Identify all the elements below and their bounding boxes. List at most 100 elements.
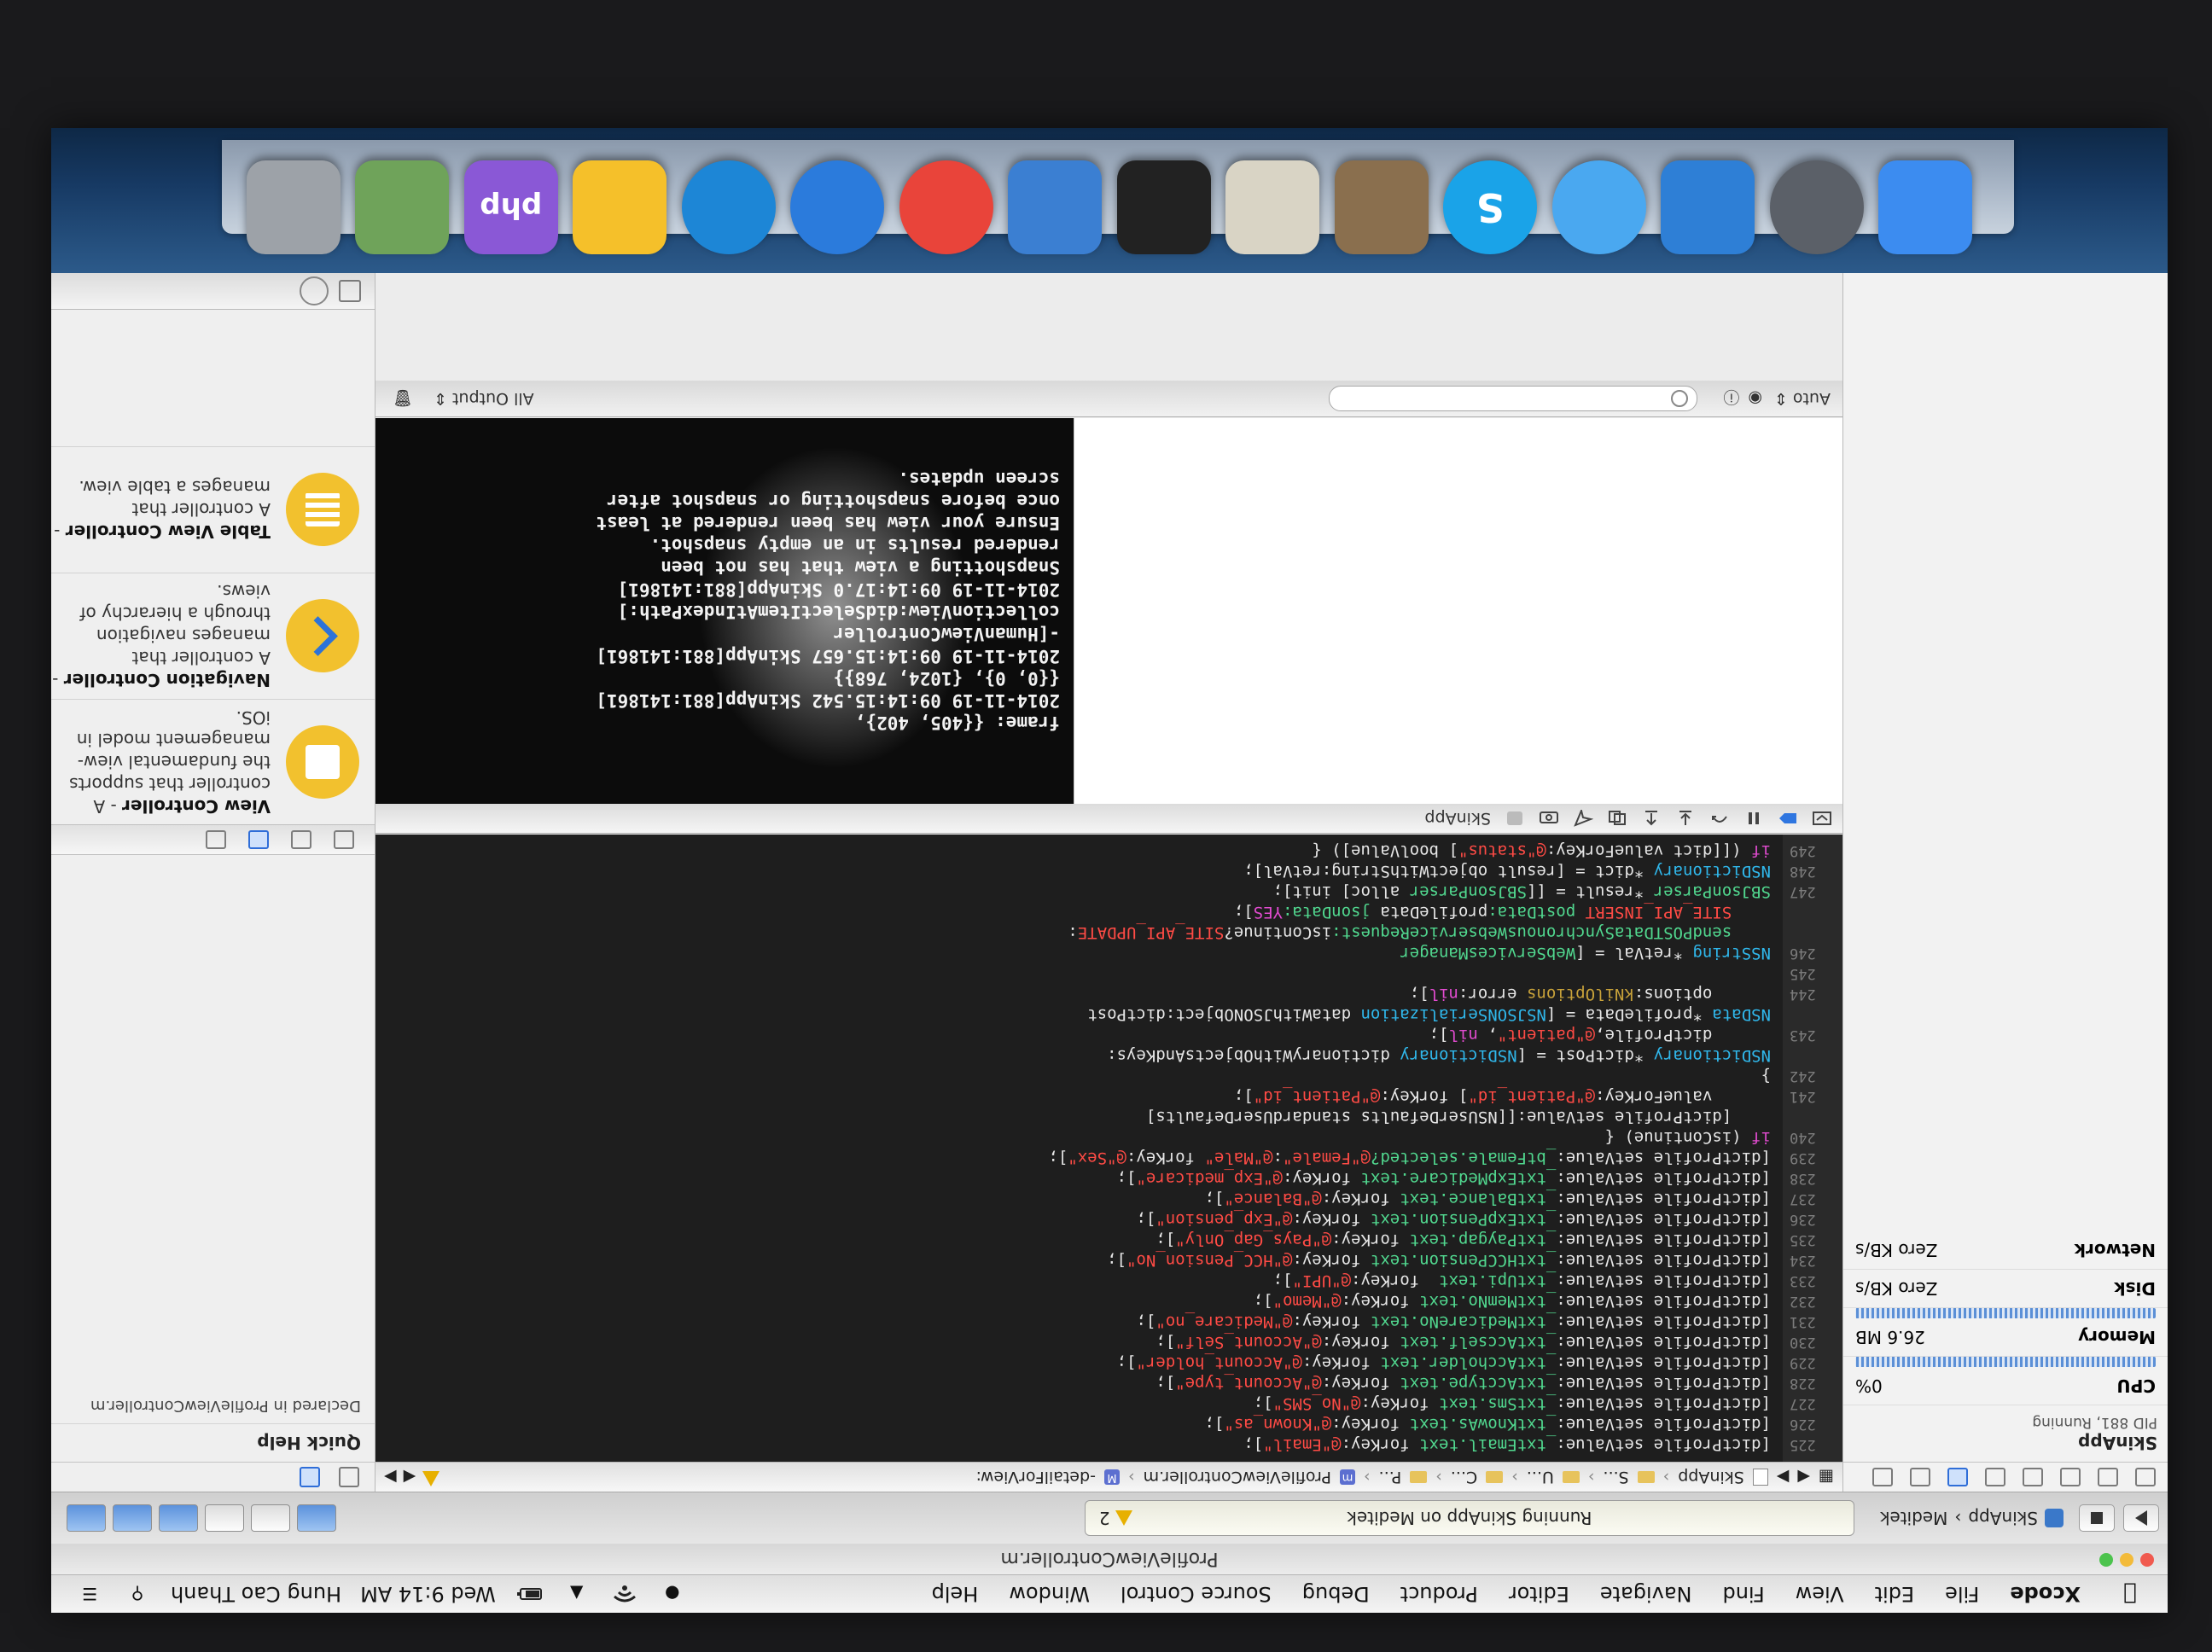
code-line[interactable]: [dictProfile setValue:_txtPaygap.text fo…	[375, 1230, 1771, 1250]
file-template-library-icon[interactable]	[334, 830, 354, 849]
dock-launchpad-icon[interactable]	[1769, 160, 1864, 254]
next-issue-icon[interactable]: ▶	[384, 1468, 397, 1486]
view-debugger-icon[interactable]	[1607, 810, 1627, 827]
assistant-editor-button[interactable]	[251, 1504, 290, 1532]
code-line[interactable]: if (isContinue) {	[375, 1127, 1771, 1148]
code-line[interactable]: NSString *retVal = [WebServicesManager	[375, 943, 1771, 963]
previous-issue-icon[interactable]: ◀	[404, 1468, 416, 1486]
dock-phpstorm-icon[interactable]: php	[463, 160, 558, 254]
version-editor-button[interactable]	[205, 1504, 244, 1532]
code-line[interactable]: [dictProfile setValue:_txtMemNo.text for…	[375, 1291, 1771, 1312]
find-navigator-icon[interactable]	[2060, 1468, 2081, 1486]
warning-icon[interactable]	[422, 1471, 440, 1486]
code-line[interactable]: options:kNilOptions error:nil];	[375, 984, 1771, 1004]
menu-view[interactable]: View	[1780, 1582, 1860, 1606]
file-inspector-icon[interactable]	[339, 1467, 359, 1487]
back-arrow-icon[interactable]: ◀	[1797, 1468, 1810, 1486]
code-line[interactable]: if ([[dict valueForKey:@"status"] boolVa…	[375, 841, 1771, 861]
cpu-gauge[interactable]: CPU 0%	[1843, 1367, 2168, 1405]
source-editor[interactable]: 225 226 227 228 229 230 231 232 233 234 235 236 237 2…	[375, 835, 1842, 1462]
apple-menu-icon[interactable]: 	[2113, 1581, 2147, 1607]
code-line[interactable]: [dictProfile setValue:_txtExpMedicare.te…	[375, 1168, 1771, 1189]
dock-safari-icon[interactable]	[1551, 160, 1646, 254]
code-line[interactable]: [dictProfile setValue:_txtExpPension.tex…	[375, 1209, 1771, 1230]
dock-teamviewer-icon[interactable]	[681, 160, 776, 254]
code-line[interactable]: [dictProfile setValue:_txtAcctype.text f…	[375, 1373, 1771, 1393]
media-library-icon[interactable]	[206, 830, 226, 849]
toggle-navigator-button[interactable]	[159, 1504, 198, 1532]
crumb-folder-p[interactable]: P...	[1379, 1468, 1402, 1486]
menu-navigate[interactable]: Navigate	[1585, 1582, 1708, 1606]
report-navigator-icon[interactable]	[1872, 1468, 1893, 1486]
dock-textedit-icon[interactable]	[1225, 160, 1320, 254]
crumb-file[interactable]: ProfileViewController.m	[1144, 1468, 1331, 1486]
menu-edit[interactable]: Edit	[1860, 1582, 1930, 1606]
library-item-view-controller[interactable]: View Controller - A controller that supp…	[51, 699, 375, 825]
code-line[interactable]: [dictProfile setValue:_txtBalance.text f…	[375, 1189, 1772, 1209]
warning-indicator[interactable]: 2	[1099, 1508, 1132, 1528]
code-line[interactable]: [dictProfile setValue:_txtAccholder.text…	[375, 1352, 1771, 1373]
dock-cyberduck-icon[interactable]	[573, 160, 667, 254]
quick-help-inspector-icon[interactable]	[300, 1467, 320, 1487]
crumb-project[interactable]: SkinApp	[1678, 1468, 1744, 1486]
forward-arrow-icon[interactable]: ▶	[1777, 1468, 1790, 1486]
menu-help[interactable]: Help	[917, 1582, 994, 1606]
menu-window[interactable]: Window	[993, 1582, 1105, 1606]
code-line[interactable]: [dictProfile setValue:_btFemale.selected…	[375, 1148, 1771, 1168]
dock-terminal-icon[interactable]	[1116, 160, 1211, 254]
project-navigator-icon[interactable]	[2135, 1468, 2156, 1486]
menu-editor[interactable]: Editor	[1493, 1582, 1585, 1606]
dock-finder-icon[interactable]	[1878, 160, 1973, 254]
notification-center-icon[interactable]: ☰	[75, 1584, 104, 1604]
run-button[interactable]	[2123, 1504, 2159, 1532]
dock-preview-icon[interactable]	[355, 160, 450, 254]
code-line[interactable]: NSData *profileData = [NSJSONSerializati…	[375, 1004, 1771, 1025]
code-line[interactable]	[375, 963, 1771, 984]
spotlight-icon[interactable]: ⚲	[123, 1584, 152, 1604]
code-line[interactable]: [dictProfile setValue:_txtUpi.text forKe…	[375, 1271, 1771, 1291]
crumb-folder-c[interactable]: C...	[1451, 1468, 1477, 1486]
dock-chrome-icon[interactable]	[899, 160, 993, 254]
toggle-utilities-button[interactable]	[67, 1504, 106, 1532]
crumb-method[interactable]: -detailForView:	[976, 1468, 1096, 1486]
battery-icon[interactable]	[515, 1584, 544, 1604]
code-line[interactable]: [dictProfile setValue:_txtMedicareNo.tex…	[375, 1312, 1771, 1332]
step-over-icon[interactable]	[1709, 810, 1730, 827]
variables-scope-selector[interactable]: Auto ⇕	[1774, 389, 1831, 408]
debug-process[interactable]: SkinApp PID 881, Running	[1843, 1405, 2168, 1462]
code-line[interactable]: }	[375, 1066, 1771, 1086]
network-gauge[interactable]: Network Zero KB/s	[1843, 1231, 2168, 1270]
code-snippet-library-icon[interactable]	[291, 830, 311, 849]
console-output-selector[interactable]: All Output ⇕	[434, 389, 534, 408]
dock-trash-icon[interactable]	[246, 160, 341, 254]
variables-filter-field[interactable]	[1329, 386, 1698, 411]
library-item-table-view-controller[interactable]: Table View Controller - A controller tha…	[51, 446, 375, 573]
object-library-icon[interactable]	[248, 830, 269, 849]
step-out-icon[interactable]	[1641, 810, 1662, 827]
variables-view[interactable]	[1074, 418, 1842, 804]
breakpoints-toggle-icon[interactable]	[1778, 810, 1798, 827]
dock-skype-icon[interactable]: S	[1443, 160, 1538, 254]
grid-view-icon[interactable]	[339, 280, 361, 302]
toggle-debug-area-button[interactable]	[113, 1504, 152, 1532]
simulate-location-icon[interactable]	[1573, 810, 1593, 827]
camera-icon[interactable]	[1539, 810, 1559, 827]
stop-button[interactable]	[2079, 1504, 2115, 1532]
dock-shazam-icon[interactable]	[790, 160, 885, 254]
zoom-window-button[interactable]	[2099, 1553, 2113, 1567]
console-output[interactable]: frame: {{405, 402}, 2014-11-19 09:14:15.5…	[375, 418, 1074, 804]
hide-debug-area-icon[interactable]	[1812, 810, 1832, 827]
library-item-navigation-controller[interactable]: Navigation Controller - A controller tha…	[51, 573, 375, 699]
debug-target[interactable]: SkinApp	[1424, 809, 1491, 828]
code-line[interactable]: NSDictionary *dict = [result objectWithS…	[375, 861, 1771, 881]
code-line[interactable]: [dictProfile setValue:[[NSUserDefaults s…	[375, 1107, 1771, 1127]
pause-icon[interactable]	[1743, 810, 1764, 827]
issue-navigator-icon[interactable]	[2023, 1468, 2043, 1486]
code-line[interactable]: sendPOSTDataSynchronousWebserviceRequest…	[375, 922, 1771, 943]
volume-icon[interactable]: ▲	[562, 1584, 591, 1604]
symbol-navigator-icon[interactable]	[2098, 1468, 2118, 1486]
minimize-window-button[interactable]	[2120, 1553, 2133, 1567]
debug-navigator-icon[interactable]	[1947, 1468, 1968, 1486]
related-items-icon[interactable]: ▦	[1819, 1468, 1834, 1486]
code-line[interactable]: [dictProfile setValue:_txtEmail.text for…	[375, 1434, 1771, 1455]
